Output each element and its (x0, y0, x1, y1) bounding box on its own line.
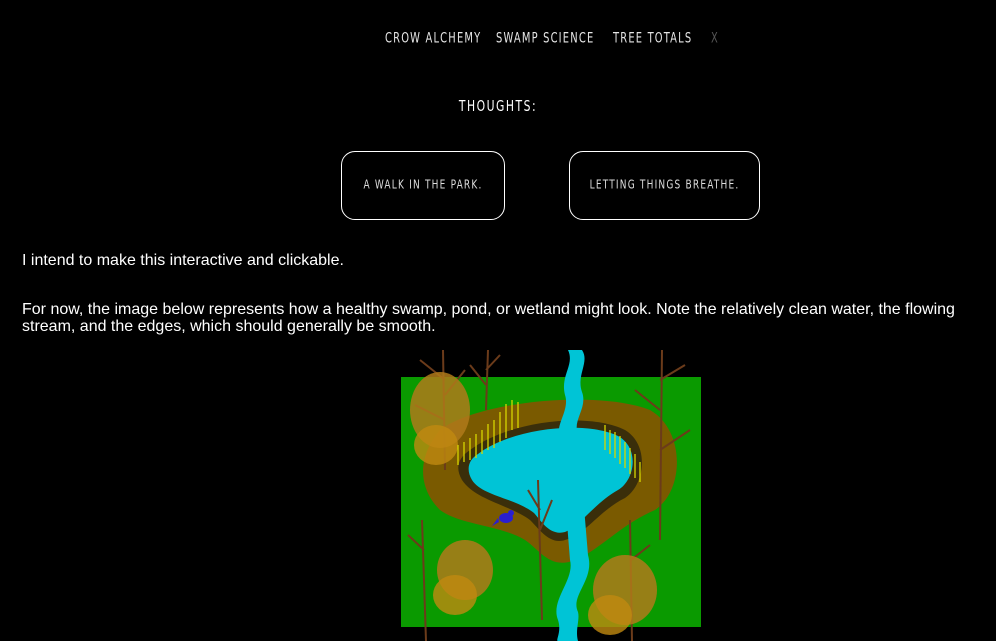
close-icon[interactable]: X (711, 30, 719, 46)
swamp-illustration (401, 350, 701, 641)
thoughts-heading: THOUGHTS: (458, 97, 538, 115)
card-label: LETTING THINGS BREATHE. (589, 178, 740, 193)
top-nav: CROW ALCHEMY SWAMP SCIENCE TREE TOTALS X (0, 30, 996, 50)
intro-text: I intend to make this interactive and cl… (22, 252, 344, 269)
card-label: A WALK IN THE PARK. (363, 178, 483, 193)
nav-tree-totals[interactable]: TREE TOTALS (613, 30, 692, 46)
nav-crow-alchemy[interactable]: CROW ALCHEMY (385, 30, 481, 46)
nav-swamp-science[interactable]: SWAMP SCIENCE (496, 30, 594, 46)
card-letting-things-breathe[interactable]: LETTING THINGS BREATHE. (569, 151, 760, 220)
description-text: For now, the image below represents how … (22, 301, 955, 335)
card-walk-in-the-park[interactable]: A WALK IN THE PARK. (341, 151, 505, 220)
